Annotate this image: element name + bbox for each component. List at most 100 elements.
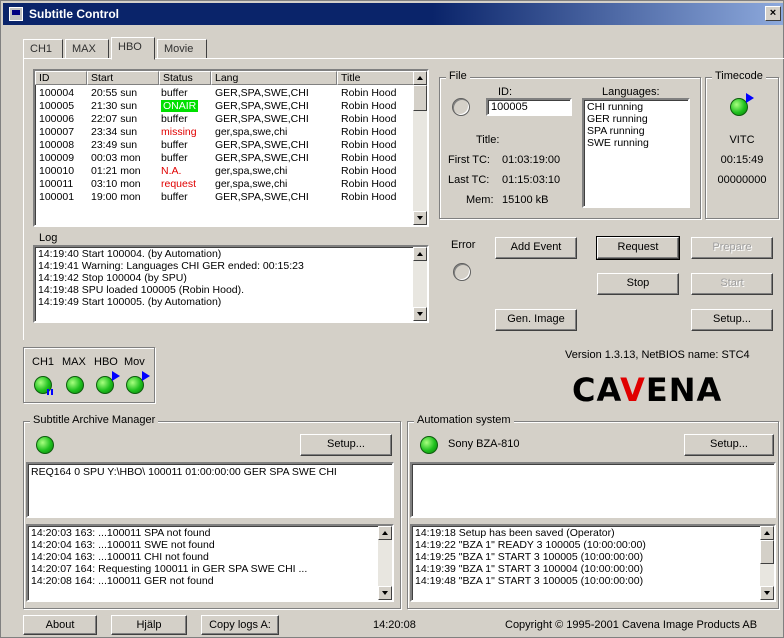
add-event-button[interactable]: Add Event xyxy=(495,237,577,259)
log-line: 14:19:39 "BZA 1" START 3 100004 (10:00:0… xyxy=(415,563,644,575)
language-item[interactable]: SPA running xyxy=(587,125,685,137)
job-cell-id: 100004 xyxy=(39,87,75,99)
title-bar: Subtitle Control × xyxy=(3,3,783,25)
log-line: 14:20:03 163: ...100011 SPA not found xyxy=(31,527,211,539)
job-list[interactable]: ID Start Status Lang Title 100004 20:55 s… xyxy=(33,69,429,227)
error-led xyxy=(453,263,471,281)
arrow-icon xyxy=(112,371,120,381)
channel-label-hbo: HBO xyxy=(94,356,118,368)
log-line: 14:19:49 Start 100005. (by Automation) xyxy=(38,296,222,308)
job-cell-start: 19:00 mon xyxy=(91,191,141,203)
tab-hbo[interactable]: HBO xyxy=(111,37,155,60)
language-item[interactable]: CHI running xyxy=(587,101,685,113)
prepare-button[interactable]: Prepare xyxy=(691,237,773,259)
tab-max[interactable]: MAX xyxy=(65,39,109,59)
job-row[interactable]: 100001 19:00 mon buffer GER,SPA,SWE,CHI Robi… xyxy=(35,191,415,203)
job-row[interactable]: 100006 22:07 sun buffer GER,SPA,SWE,CHI Robi… xyxy=(35,113,415,125)
language-item[interactable]: SWE running xyxy=(587,137,685,149)
scroll-thumb[interactable] xyxy=(760,540,774,564)
close-button[interactable]: × xyxy=(765,6,781,21)
job-cell-start: 23:34 sun xyxy=(91,126,138,138)
log-scrollbar[interactable] xyxy=(413,247,427,321)
column-header-lang[interactable]: Lang xyxy=(211,71,337,85)
channel-led-hbo[interactable] xyxy=(96,371,120,394)
tab-ch1[interactable]: CH1 xyxy=(23,39,63,59)
tab-movie[interactable]: Movie xyxy=(157,39,207,59)
archive-group-title: Subtitle Archive Manager xyxy=(30,414,159,426)
job-cell-id: 100008 xyxy=(39,139,75,151)
log-line: 14:19:41 Warning: Languages CHI GER ende… xyxy=(38,260,304,272)
scroll-up-icon[interactable] xyxy=(760,526,774,540)
scroll-down-icon[interactable] xyxy=(760,586,774,600)
job-row[interactable]: 100007 23:34 sun missing ger,spa,swe,chi Rob… xyxy=(35,126,415,138)
automation-field[interactable] xyxy=(410,462,776,518)
job-row[interactable]: 100004 20:55 sun buffer GER,SPA,SWE,CHI Robi… xyxy=(35,87,415,99)
channel-led-max[interactable] xyxy=(66,376,84,394)
archive-request-field[interactable]: REQ164 0 SPU Y:\HBO\ 100011 01:00:00:00 … xyxy=(26,462,394,518)
archive-log[interactable]: 14:20:03 163: ...100011 SPA not found 14… xyxy=(26,524,394,602)
job-cell-title: Robin Hood xyxy=(341,100,397,112)
column-header-start[interactable]: Start xyxy=(87,71,159,85)
automation-status-led xyxy=(420,436,438,454)
job-row[interactable]: 100010 01:21 mon N.A. ger,spa,swe,chi Robin … xyxy=(35,165,415,177)
job-row[interactable]: 100009 00:03 mon buffer GER,SPA,SWE,CHI Robi… xyxy=(35,152,415,164)
job-cell-start: 01:21 mon xyxy=(91,165,141,177)
copyright-text: Copyright © 1995-2001 Cavena Image Produ… xyxy=(505,619,758,631)
archive-log-scrollbar[interactable] xyxy=(378,526,392,600)
job-cell-start: 21:30 sun xyxy=(91,100,138,112)
scroll-up-icon[interactable] xyxy=(413,247,427,261)
log-line: 14:19:42 Stop 100004 (by SPU) xyxy=(38,272,187,284)
channel-led-ch1[interactable] xyxy=(34,376,53,395)
job-cell-start: 03:10 mon xyxy=(91,178,141,190)
request-button[interactable]: Request xyxy=(596,236,680,260)
scroll-thumb[interactable] xyxy=(413,85,427,111)
arrow-icon xyxy=(142,371,150,381)
column-header-status[interactable]: Status xyxy=(159,71,211,85)
channel-led-mov[interactable] xyxy=(126,371,150,394)
copy-logs-button[interactable]: Copy logs A: xyxy=(201,615,279,635)
scroll-down-icon[interactable] xyxy=(413,307,427,321)
column-header-title[interactable]: Title xyxy=(337,71,415,85)
timecode-time: 00:15:49 xyxy=(720,154,764,166)
job-cell-lang: GER,SPA,SWE,CHI xyxy=(215,191,309,203)
job-row[interactable]: 100011 03:10 mon request ger,spa,swe,chi Rob… xyxy=(35,178,415,190)
start-button[interactable]: Start xyxy=(691,273,773,295)
timecode-source: VITC xyxy=(729,134,755,146)
scroll-down-icon[interactable] xyxy=(413,211,427,225)
scroll-down-icon[interactable] xyxy=(378,586,392,600)
archive-setup-button[interactable]: Setup... xyxy=(300,434,392,456)
scroll-up-icon[interactable] xyxy=(413,71,427,85)
about-button[interactable]: About xyxy=(23,615,97,635)
job-cell-title: Robin Hood xyxy=(341,178,397,190)
setup-button[interactable]: Setup... xyxy=(691,309,773,331)
automation-log-scrollbar[interactable] xyxy=(760,526,774,600)
column-header-id[interactable]: ID xyxy=(35,71,87,85)
last-tc-value: 01:15:03:10 xyxy=(502,174,561,186)
scroll-up-icon[interactable] xyxy=(378,526,392,540)
stop-button[interactable]: Stop xyxy=(597,273,679,295)
job-cell-status: buffer xyxy=(161,191,188,203)
languages-label: Languages: xyxy=(602,86,660,98)
job-cell-status: ONAIR xyxy=(161,100,199,112)
log-list[interactable]: 14:19:40 Start 100004. (by Automation) 1… xyxy=(33,245,429,323)
automation-log[interactable]: 14:19:18 Setup has been saved (Operator)… xyxy=(410,524,776,602)
help-button[interactable]: Hjälp xyxy=(111,615,187,635)
id-field[interactable]: 100005 xyxy=(486,98,572,116)
log-line: 14:19:25 "BZA 1" START 3 100005 (10:00:0… xyxy=(415,551,644,563)
job-row[interactable]: 100008 23:49 sun buffer GER,SPA,SWE,CHI Robi… xyxy=(35,139,415,151)
gen-image-button[interactable]: Gen. Image xyxy=(495,309,577,331)
job-row[interactable]: 100005 21:30 sun ONAIR GER,SPA,SWE,CHI Robin… xyxy=(35,100,415,112)
channel-label-ch1: CH1 xyxy=(32,356,55,368)
languages-list[interactable]: CHI running GER running SPA running SWE … xyxy=(582,98,690,208)
job-cell-id: 100011 xyxy=(39,178,74,190)
automation-device: Sony BZA-810 xyxy=(448,438,520,450)
channel-status-panel: CH1 MAX HBO Mov xyxy=(23,347,155,403)
last-tc-label: Last TC: xyxy=(448,174,490,186)
log-line: 14:19:40 Start 100004. (by Automation) xyxy=(38,248,222,260)
log-line: 14:20:08 164: ...100011 GER not found xyxy=(31,575,214,587)
job-list-scrollbar[interactable] xyxy=(413,71,427,225)
log-line: 14:20:04 163: ...100011 SWE not found xyxy=(31,539,215,551)
automation-setup-button[interactable]: Setup... xyxy=(684,434,774,456)
language-item[interactable]: GER running xyxy=(587,113,685,125)
job-cell-start: 22:07 sun xyxy=(91,113,138,125)
